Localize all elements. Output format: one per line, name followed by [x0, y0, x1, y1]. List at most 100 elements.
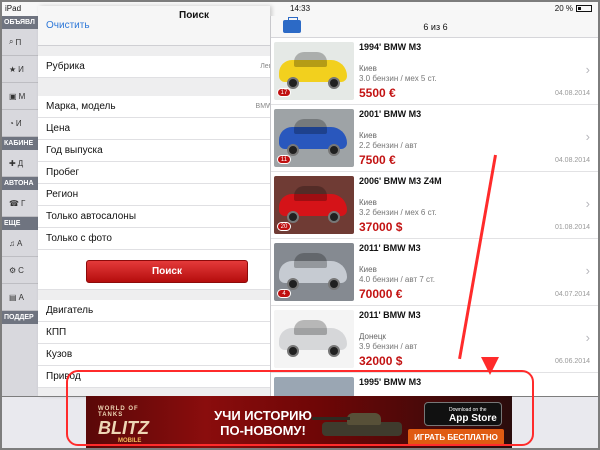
listing-specs: 4.0 бензин / авт 7 ст. [359, 275, 436, 284]
briefcase-icon: ▣ [9, 91, 17, 101]
listing-date: 01.08.2014 [554, 224, 590, 231]
chevron-right-icon: › [585, 62, 590, 77]
price-row[interactable]: Цена [38, 118, 270, 140]
list-item[interactable]: 1995' BMW M3 [271, 373, 600, 396]
star-icon: ★ [9, 64, 17, 74]
car-thumbnail: 20 [274, 176, 354, 234]
results-header: 6 из 6 [271, 16, 600, 38]
clock-icon: ◔ [9, 118, 14, 128]
sidebar-section-cabinet: КАБИНЕ [0, 137, 38, 150]
listing-title: 2001' BMW M3 [359, 109, 422, 119]
listing-specs: 3.0 бензин / мех 5 ст. [359, 74, 437, 83]
listing-price: 70000 € [359, 287, 403, 301]
photo-count-badge: 11 [277, 155, 291, 164]
photo-count-badge: 4 [277, 289, 291, 298]
clear-button[interactable]: Очистить [46, 20, 90, 31]
search-button-area: Поиск [38, 250, 270, 290]
sidebar-item-cart[interactable]: ▤ А [0, 284, 38, 311]
year-label: Год выпуска [46, 145, 103, 156]
listing-specs: 2.2 бензин / авт [359, 141, 418, 150]
sidebar-item-phone[interactable]: ☎ Г [0, 190, 38, 217]
photo-count-badge: 20 [277, 222, 291, 231]
play-free-button[interactable]: ИГРАТЬ БЕСПЛАТНО [408, 429, 504, 445]
list-item[interactable]: 2011' BMW M3 Донецк 3.9 бензин / авт 320… [271, 306, 600, 373]
listing-city: Киев [359, 198, 377, 207]
ipad-screen: iPad 14:33 20 % ОБЪЯВЛ ⌕ П ★ И ▣ М ◔ И КАБИН… [0, 0, 600, 450]
listing-price: 7500 € [359, 153, 396, 167]
sidebar-section-announcements: ОБЪЯВЛ [0, 16, 38, 29]
list-item[interactable]: 4 2011' BMW M3 Киев 4.0 бензин / авт 7 с… [271, 239, 600, 306]
listing-price: 32000 $ [359, 354, 403, 368]
sidebar-item-favorites[interactable]: ★ И [0, 56, 38, 83]
chevron-right-icon: › [585, 196, 590, 211]
rubric-label: Рубрика [46, 61, 85, 72]
mileage-row[interactable]: Пробег [38, 162, 270, 184]
car-thumbnail: 11 [274, 109, 354, 167]
listing-city: Киев [359, 64, 377, 73]
cart-icon: ▤ [9, 292, 17, 302]
list-item[interactable]: 11 2001' BMW M3 Киев 2.2 бензин / авт 75… [271, 105, 600, 172]
body-row[interactable]: Кузов [38, 344, 270, 366]
battery-icon [576, 4, 592, 12]
dealers-only-label: Только автосалоны [46, 211, 137, 222]
results-count: 6 из 6 [423, 21, 448, 32]
engine-label: Двигатель [46, 305, 94, 316]
list-item[interactable]: 17 1994' BMW M3 Киев 3.0 бензин / мех 5 … [271, 38, 600, 105]
photo-only-label: Только с фото [46, 233, 112, 244]
year-row[interactable]: Год выпуска [38, 140, 270, 162]
engine-row[interactable]: Двигатель [38, 300, 270, 322]
listing-city: Киев [359, 131, 377, 140]
sidebar-item-add[interactable]: ✚ Д [0, 150, 38, 177]
phone-icon: ☎ [9, 198, 19, 208]
sidebar-item-search[interactable]: ⌕ П [0, 29, 38, 56]
gear-icon: ⚙ [9, 265, 17, 275]
sidebar-section-support: ПОДДЕР [0, 311, 38, 324]
plus-icon: ✚ [9, 158, 16, 168]
app-store-button[interactable]: Download on the App Store [424, 402, 502, 426]
rubric-row[interactable]: Рубрика Легков [38, 56, 282, 78]
tank-illustration [312, 408, 414, 438]
sidebar-item-settings[interactable]: ⚙ С [0, 257, 38, 284]
listing-title: 2006' BMW M3 Z4M [359, 176, 442, 186]
battery-indicator: 20 % [555, 4, 592, 13]
drive-row[interactable]: Привод [38, 366, 270, 388]
car-thumbnail: 17 [274, 42, 354, 100]
filter-title: Поиск [179, 10, 210, 21]
sidebar-item-history[interactable]: ◔ И [0, 110, 38, 137]
chevron-right-icon: › [585, 330, 590, 345]
transmission-label: КПП [46, 327, 67, 338]
sidebar-item-my[interactable]: ▣ М [0, 83, 38, 110]
car-thumbnail: 4 [274, 243, 354, 301]
list-item[interactable]: 20 2006' BMW M3 Z4M Киев 3.2 бензин / ме… [271, 172, 600, 239]
bell-icon: ♫ [9, 238, 15, 248]
sidebar-section-more: ЕЩЕ [0, 217, 38, 230]
model-row[interactable]: Марка, модель BMW, M [38, 96, 282, 118]
banner-tagline: УЧИ ИСТОРИЮ ПО-НОВОМУ! [214, 408, 312, 438]
chevron-right-icon: › [585, 263, 590, 278]
annotation-arrow-head [481, 357, 499, 375]
body-label: Кузов [46, 349, 73, 360]
search-button[interactable]: Поиск [86, 260, 248, 283]
listing-date: 04.08.2014 [554, 157, 590, 164]
side-menu: ОБЪЯВЛ ⌕ П ★ И ▣ М ◔ И КАБИНЕ ✚ Д АВТОНА ☎ Г Е… [0, 16, 38, 396]
model-label: Марка, модель [46, 101, 116, 112]
listing-price: 5500 € [359, 86, 396, 100]
listing-date: 06.06.2014 [554, 358, 590, 365]
listing-city: Донецк [359, 332, 386, 341]
sidebar-item-alerts[interactable]: ♫ А [0, 230, 38, 257]
listing-title: 2011' BMW M3 [359, 243, 421, 253]
transmission-row[interactable]: КПП [38, 322, 270, 344]
car-thumbnail [274, 310, 354, 368]
region-row[interactable]: Регион [38, 184, 270, 206]
game-logo: WORLD OF TANKS BLITZ MOBILE [98, 406, 149, 444]
results-list: 6 из 6 17 1994' BMW M3 Киев 3.0 бензин /… [270, 16, 600, 396]
dealers-only-row[interactable]: Только автосалоны [38, 206, 270, 228]
briefcase-icon[interactable] [283, 17, 301, 33]
car-thumbnail [274, 377, 354, 396]
advertisement-banner[interactable]: WORLD OF TANKS BLITZ MOBILE УЧИ ИСТОРИЮ … [86, 396, 512, 450]
listing-specs: 3.2 бензин / мех 6 ст. [359, 208, 437, 217]
photo-only-row[interactable]: Только с фото [38, 228, 270, 250]
status-time: 14:33 [290, 3, 311, 13]
listing-title: 1995' BMW M3 [359, 377, 422, 387]
listing-date: 04.07.2014 [554, 291, 590, 298]
